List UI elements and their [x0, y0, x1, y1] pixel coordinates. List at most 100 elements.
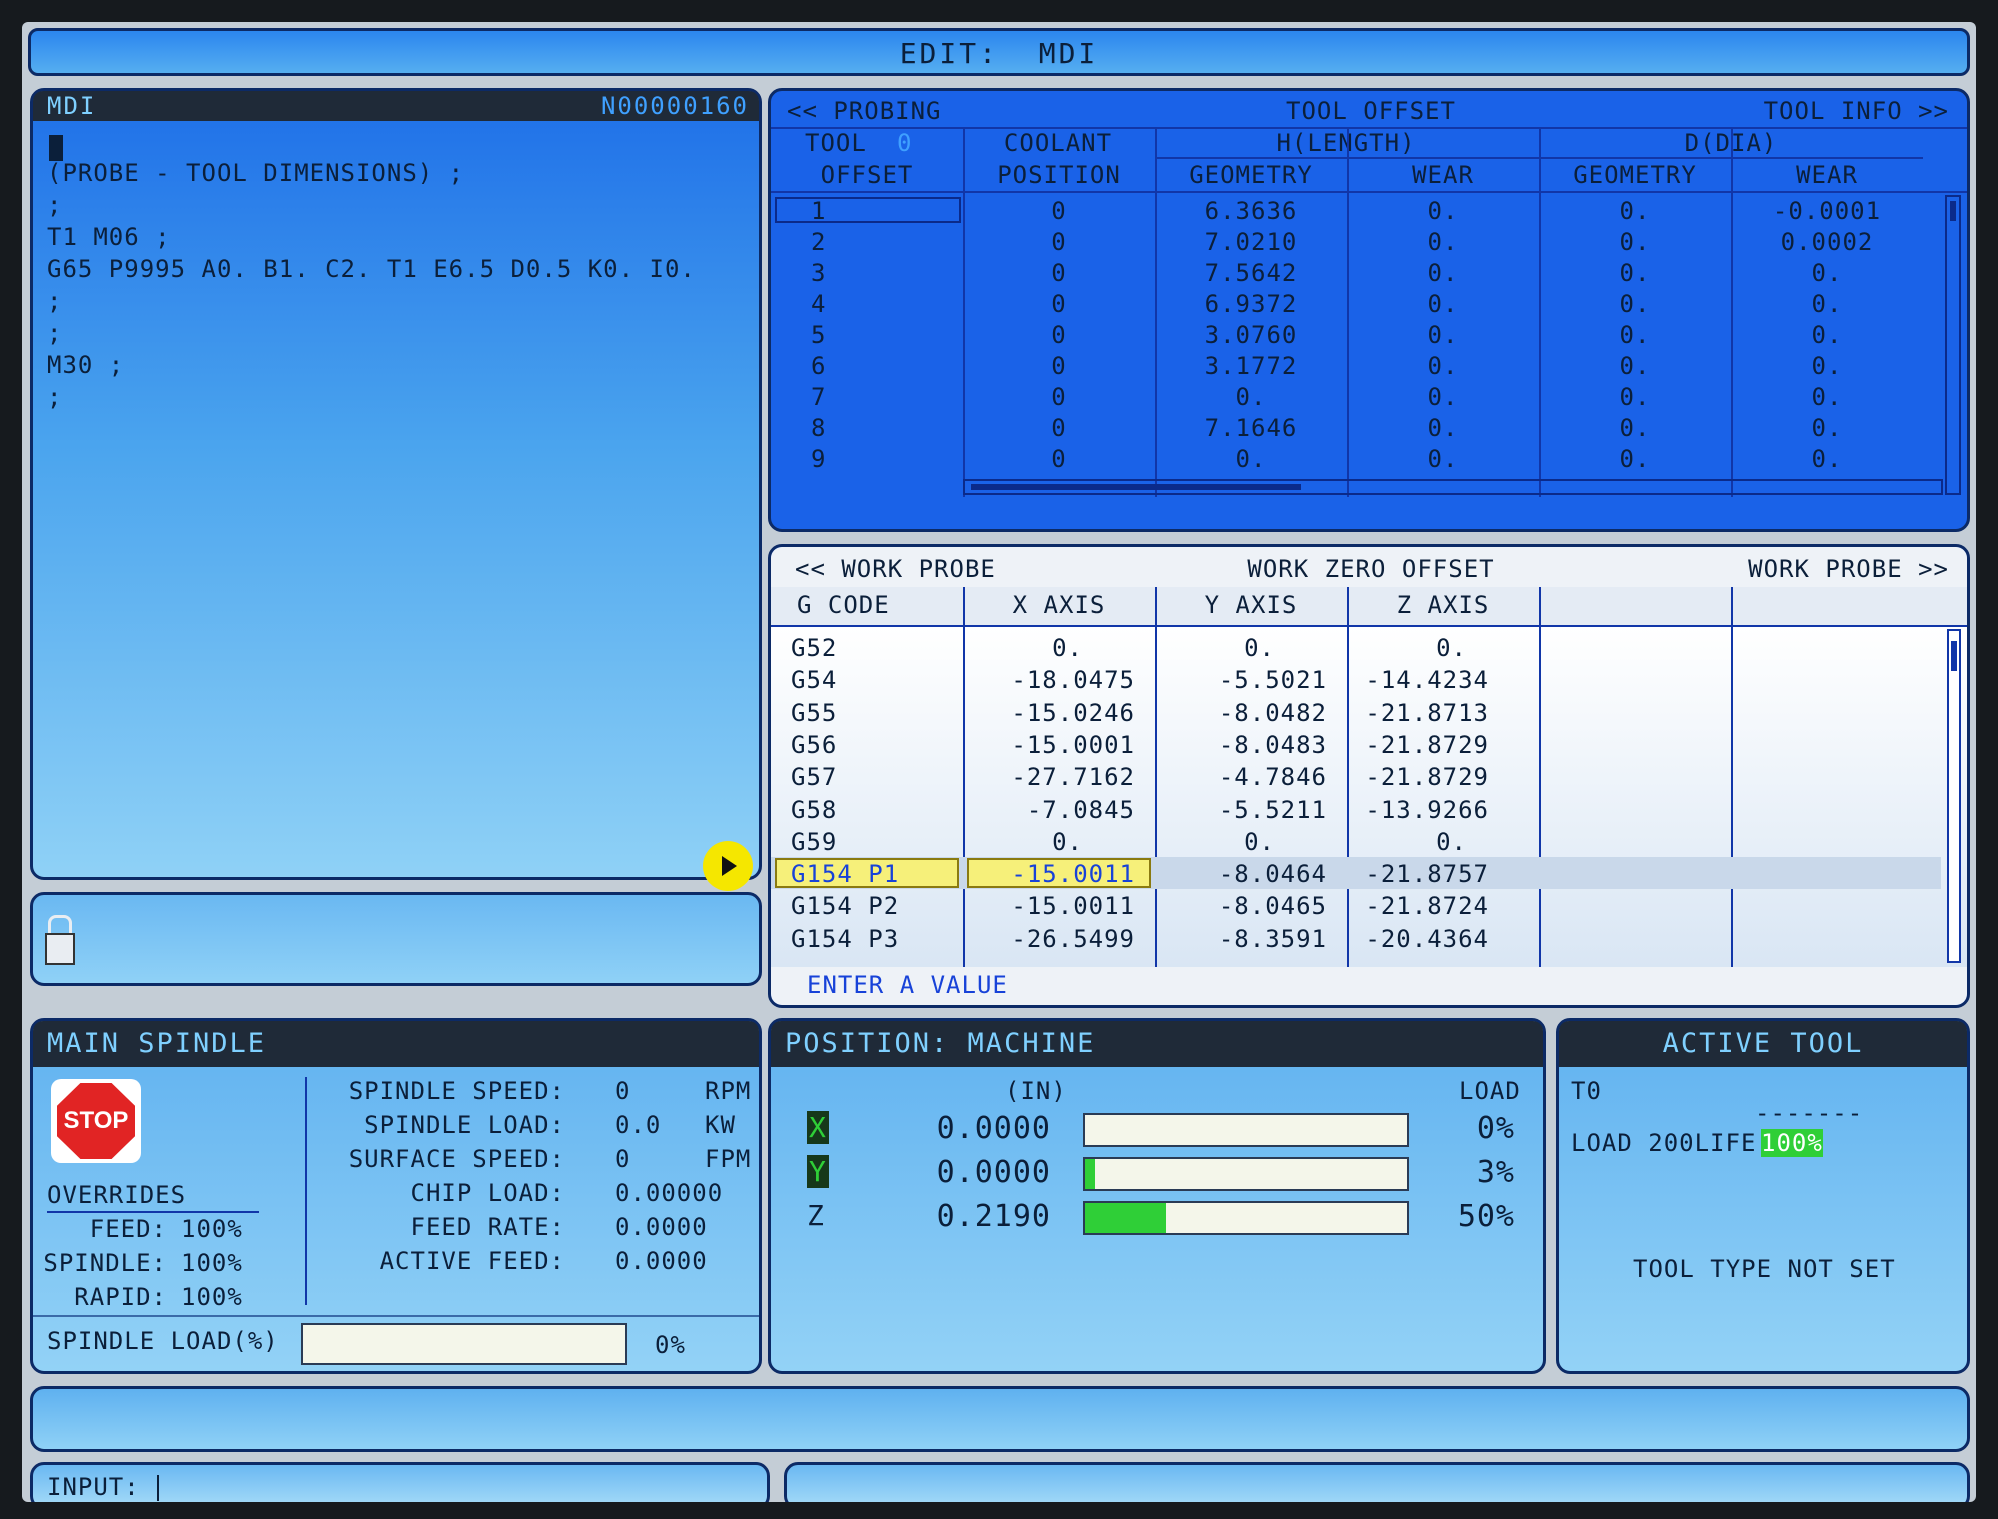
- work-offset-cell[interactable]: -4.7846: [1155, 763, 1327, 791]
- tool-offset-cell[interactable]: 3: [811, 259, 826, 287]
- work-offset-cell[interactable]: G59: [791, 828, 837, 856]
- work-offset-cell[interactable]: -5.5021: [1155, 666, 1327, 694]
- tool-offset-row[interactable]: 4 0 6.9372 0. 0. 0.: [771, 288, 1941, 319]
- tool-offset-row[interactable]: 6 0 3.1772 0. 0. 0.: [771, 350, 1941, 381]
- tool-offset-cell[interactable]: 0: [963, 321, 1155, 349]
- tool-offset-cell[interactable]: 0.: [1347, 321, 1539, 349]
- work-offset-row[interactable]: G59 0. 0. 0.: [771, 825, 1941, 857]
- work-offset-cell[interactable]: -21.8713: [1347, 699, 1489, 727]
- work-offset-cell[interactable]: -26.5499: [963, 925, 1135, 953]
- tool-offset-cell[interactable]: 7.0210: [1155, 228, 1347, 256]
- work-offset-cell[interactable]: G154 P1: [791, 860, 899, 888]
- work-offset-cell[interactable]: G55: [791, 699, 837, 727]
- tool-offset-cell[interactable]: 0.: [1155, 383, 1347, 411]
- work-offset-cell[interactable]: -18.0475: [963, 666, 1135, 694]
- work-offset-cell[interactable]: -27.7162: [963, 763, 1135, 791]
- work-offset-cell[interactable]: -7.0845: [963, 796, 1135, 824]
- tool-offset-cell[interactable]: 5: [811, 321, 826, 349]
- mdi-line[interactable]: T1 M06 ;: [47, 223, 171, 251]
- tool-offset-cell[interactable]: 0.: [1731, 383, 1923, 411]
- tool-offset-cell[interactable]: 6: [811, 352, 826, 380]
- tool-offset-cell[interactable]: 0.: [1539, 445, 1731, 473]
- tool-offset-cell[interactable]: 7.1646: [1155, 414, 1347, 442]
- tool-offset-cell[interactable]: 0.: [1731, 414, 1923, 442]
- tool-offset-cell[interactable]: 3.1772: [1155, 352, 1347, 380]
- work-offset-cell[interactable]: 0.: [963, 828, 1083, 856]
- tool-offset-cell[interactable]: 0: [963, 352, 1155, 380]
- tool-offset-cell[interactable]: 0: [963, 197, 1155, 225]
- input-field[interactable]: [153, 1471, 753, 1502]
- tool-offset-cell[interactable]: 3.0760: [1155, 321, 1347, 349]
- work-offset-cell[interactable]: -8.0482: [1155, 699, 1327, 727]
- work-offset-cell[interactable]: -21.8724: [1347, 892, 1489, 920]
- tool-offset-row[interactable]: 1 0 6.3636 0. 0. -0.0001: [771, 195, 1941, 226]
- work-offset-cell[interactable]: G56: [791, 731, 837, 759]
- tool-offset-row[interactable]: 7 0 0. 0. 0. 0.: [771, 381, 1941, 412]
- work-offset-cell[interactable]: -21.8729: [1347, 731, 1489, 759]
- work-offset-row[interactable]: G154 P2 -15.0011 -8.0465 -21.8724: [771, 889, 1941, 921]
- tool-offset-cell[interactable]: 6.3636: [1155, 197, 1347, 225]
- tool-offset-row[interactable]: 9 0 0. 0. 0. 0.: [771, 443, 1941, 474]
- tool-offset-cell[interactable]: 0.: [1539, 383, 1731, 411]
- nav-probing[interactable]: << PROBING: [787, 97, 942, 125]
- tool-offset-cell[interactable]: 0.: [1347, 197, 1539, 225]
- tool-offset-cell[interactable]: 7.5642: [1155, 259, 1347, 287]
- tool-number[interactable]: 0: [897, 129, 912, 157]
- tool-offset-cell[interactable]: 0.0002: [1731, 228, 1923, 256]
- work-offset-cell[interactable]: -21.8757: [1347, 860, 1489, 888]
- work-offset-cell[interactable]: -15.0011: [963, 860, 1135, 888]
- work-offset-cell[interactable]: -15.0246: [963, 699, 1135, 727]
- tool-offset-cell[interactable]: 0.: [1539, 321, 1731, 349]
- work-offset-cell[interactable]: -8.0464: [1155, 860, 1327, 888]
- work-offset-scrollbar[interactable]: [1947, 629, 1961, 963]
- tool-offset-cell[interactable]: 0.: [1347, 445, 1539, 473]
- tool-offset-cell[interactable]: 0.: [1347, 352, 1539, 380]
- tool-offset-cell[interactable]: 0: [963, 383, 1155, 411]
- mdi-line[interactable]: G65 P9995 A0. B1. C2. T1 E6.5 D0.5 K0. I…: [47, 255, 696, 283]
- tool-offset-cell[interactable]: 8: [811, 414, 826, 442]
- work-offset-cell[interactable]: G154 P2: [791, 892, 899, 920]
- cursor[interactable]: [49, 135, 63, 161]
- tool-offset-cell[interactable]: 0.: [1539, 259, 1731, 287]
- work-offset-cell[interactable]: G57: [791, 763, 837, 791]
- work-offset-cell[interactable]: -13.9266: [1347, 796, 1489, 824]
- work-offset-cell[interactable]: G52: [791, 634, 837, 662]
- tool-offset-cell[interactable]: 0: [963, 290, 1155, 318]
- tool-offset-cell[interactable]: 0: [963, 259, 1155, 287]
- tool-offset-row[interactable]: 2 0 7.0210 0. 0. 0.0002: [771, 226, 1941, 257]
- tool-offset-cell[interactable]: 0.: [1347, 228, 1539, 256]
- tool-offset-row[interactable]: 5 0 3.0760 0. 0. 0.: [771, 319, 1941, 350]
- work-offset-cell[interactable]: -8.3591: [1155, 925, 1327, 953]
- tool-offset-cell[interactable]: 1: [811, 197, 826, 225]
- work-offset-row[interactable]: G154 P1 -15.0011 -8.0464 -21.8757: [771, 857, 1941, 890]
- work-offset-cell[interactable]: G154 P3: [791, 925, 899, 953]
- horizontal-scrollbar[interactable]: [963, 479, 1943, 495]
- work-offset-row[interactable]: G52 0. 0. 0.: [771, 631, 1941, 663]
- work-offset-cell[interactable]: -21.8729: [1347, 763, 1489, 791]
- work-offset-cell[interactable]: G54: [791, 666, 837, 694]
- play-icon[interactable]: [703, 841, 753, 891]
- tool-offset-cell[interactable]: 9: [811, 445, 826, 473]
- work-offset-row[interactable]: G55 -15.0246 -8.0482 -21.8713: [771, 696, 1941, 728]
- tool-offset-cell[interactable]: 0.: [1347, 383, 1539, 411]
- tool-offset-cell[interactable]: 2: [811, 228, 826, 256]
- work-offset-cell[interactable]: -20.4364: [1347, 925, 1489, 953]
- work-offset-row[interactable]: G154 P3 -26.5499 -8.3591 -20.4364: [771, 922, 1941, 954]
- work-offset-row[interactable]: G58 -7.0845 -5.5211 -13.9266: [771, 793, 1941, 825]
- vertical-scrollbar[interactable]: [1945, 195, 1961, 495]
- tool-offset-cell[interactable]: 0.: [1539, 352, 1731, 380]
- mdi-line[interactable]: ;: [47, 319, 62, 347]
- tool-offset-cell[interactable]: 0.: [1539, 228, 1731, 256]
- tool-offset-cell[interactable]: 0.: [1731, 352, 1923, 380]
- nav-work-probe-right[interactable]: WORK PROBE >>: [1748, 555, 1949, 583]
- tool-offset-cell[interactable]: 6.9372: [1155, 290, 1347, 318]
- work-offset-cell[interactable]: -8.0483: [1155, 731, 1327, 759]
- tool-offset-cell[interactable]: 0.: [1731, 321, 1923, 349]
- nav-work-probe-left[interactable]: << WORK PROBE: [795, 555, 996, 583]
- tool-offset-cell[interactable]: 0.: [1539, 197, 1731, 225]
- work-offset-cell[interactable]: 0.: [1347, 828, 1467, 856]
- tool-offset-cell[interactable]: 4: [811, 290, 826, 318]
- tool-offset-cell[interactable]: 0.: [1731, 259, 1923, 287]
- work-offset-cell[interactable]: -15.0001: [963, 731, 1135, 759]
- tool-offset-cell[interactable]: 0.: [1539, 414, 1731, 442]
